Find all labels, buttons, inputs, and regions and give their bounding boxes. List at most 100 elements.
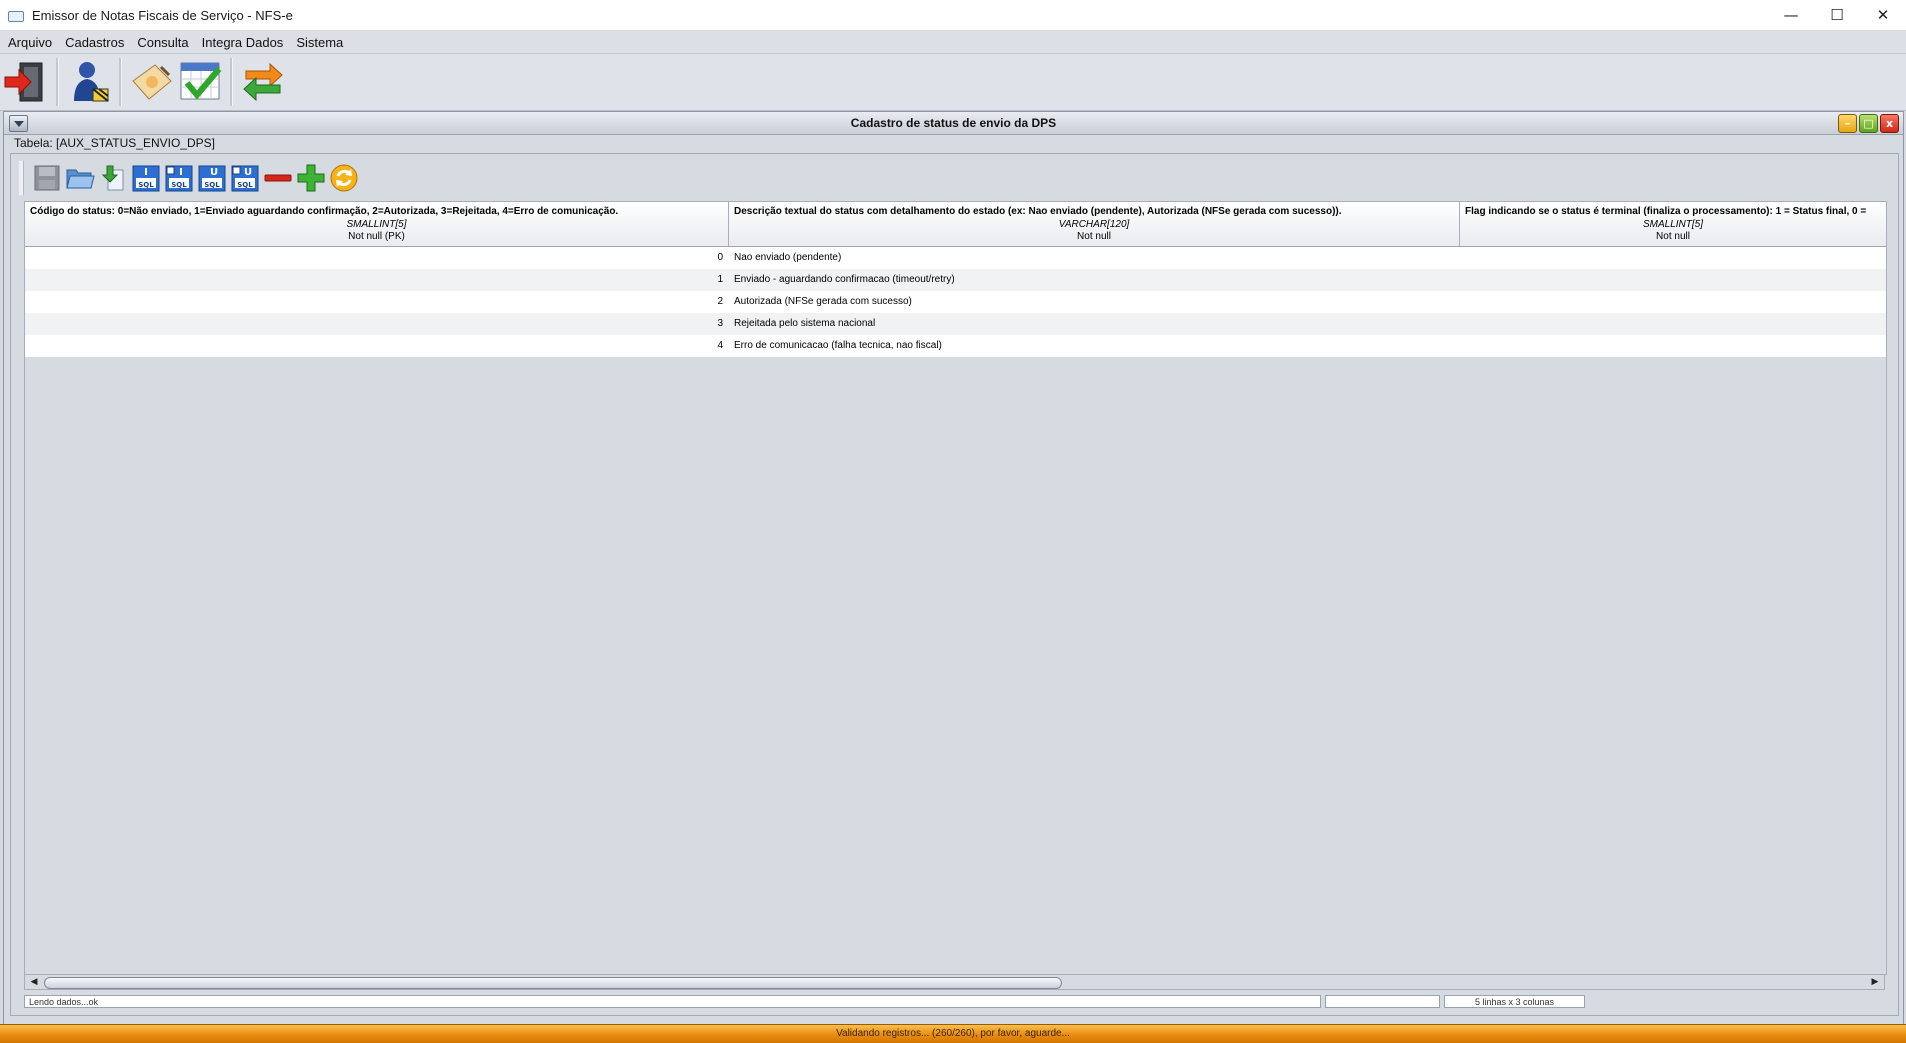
remove-row-button[interactable] xyxy=(261,162,294,194)
sql-update-icon: U SQL xyxy=(198,165,225,192)
menu-integra-dados[interactable]: Integra Dados xyxy=(197,35,289,50)
cell-descricao[interactable]: Nao enviado (pendente) xyxy=(729,247,1460,269)
user-config-button[interactable] xyxy=(65,57,113,107)
menu-arquivo[interactable]: Arquivo xyxy=(3,35,57,50)
open-folder-icon xyxy=(65,169,95,189)
minimize-window-button[interactable]: — xyxy=(1768,0,1814,30)
scroll-right-arrow-icon[interactable]: ▶ xyxy=(1870,977,1880,987)
column-type: SMALLINT[5] xyxy=(346,219,407,230)
open-button[interactable] xyxy=(63,162,96,194)
scroll-left-arrow-icon[interactable]: ◀ xyxy=(29,977,39,987)
grid-toolbar: I SQL I SQL U SQL U SQL xyxy=(19,161,360,195)
close-window-button[interactable]: ✕ xyxy=(1860,0,1906,30)
cell-codigo[interactable]: 0 xyxy=(25,247,729,269)
cell-flag-final[interactable] xyxy=(1460,247,1886,269)
exit-button[interactable] xyxy=(2,57,50,107)
svg-text:I: I xyxy=(179,167,183,178)
window-title-bar: Emissor de Notas Fiscais de Serviço - NF… xyxy=(0,0,1906,30)
cell-codigo[interactable]: 2 xyxy=(25,291,729,313)
cell-flag-final[interactable] xyxy=(1460,313,1886,335)
internal-frame-controls: – □ x xyxy=(1838,114,1899,133)
app-icon xyxy=(8,9,24,22)
cell-descricao[interactable]: Enviado - aguardando confirmacao (timeou… xyxy=(729,269,1460,291)
internal-frame-title-bar: Cadastro de status de envio da DPS – □ x xyxy=(4,112,1903,135)
menubar: Arquivo Cadastros Consulta Integra Dados… xyxy=(0,31,1906,54)
sql-insert-button[interactable]: I SQL xyxy=(129,162,162,194)
cell-descricao[interactable]: Rejeitada pelo sistema nacional xyxy=(729,313,1460,335)
column-description: Código do status: 0=Não enviado, 1=Envia… xyxy=(30,206,619,217)
add-row-button[interactable] xyxy=(294,162,327,194)
svg-text:SQL: SQL xyxy=(237,181,253,189)
internal-frame-title: Cadastro de status de envio da DPS xyxy=(850,116,1057,130)
notepad-edit-icon xyxy=(132,64,172,100)
table-row[interactable]: 2 Autorizada (NFSe gerada com sucesso) xyxy=(25,291,1886,313)
column-type: VARCHAR[120] xyxy=(1058,219,1130,230)
table-row[interactable]: 3 Rejeitada pelo sistema nacional xyxy=(25,313,1886,335)
user-config-icon xyxy=(74,62,109,102)
maximize-window-button[interactable]: ☐ xyxy=(1814,0,1860,30)
cell-flag-final[interactable] xyxy=(1460,269,1886,291)
grid-header: Código do status: 0=Não enviado, 1=Envia… xyxy=(25,202,1886,247)
sql-update-all-button[interactable]: U SQL xyxy=(228,162,261,194)
table-row[interactable]: 0 Nao enviado (pendente) xyxy=(25,247,1886,269)
cell-codigo[interactable]: 4 xyxy=(25,335,729,357)
progress-bar: Validando registros... (260/260), por fa… xyxy=(0,1024,1906,1043)
frame-maximize-button[interactable]: □ xyxy=(1859,114,1878,133)
column-description: Descrição textual do status com detalham… xyxy=(734,206,1342,217)
toolbar-separator xyxy=(56,58,59,106)
window-title: Emissor de Notas Fiscais de Serviço - NF… xyxy=(32,7,293,23)
menu-consulta[interactable]: Consulta xyxy=(132,35,193,50)
column-nullability: Not null xyxy=(1077,231,1111,242)
remove-minus-icon xyxy=(264,174,291,182)
cell-descricao[interactable]: Erro de comunicacao (falha tecnica, nao … xyxy=(729,335,1460,357)
column-header-descricao[interactable]: Descrição textual do status com detalham… xyxy=(729,202,1460,246)
toolbar-grip[interactable] xyxy=(19,161,24,195)
sync-arrows-icon xyxy=(243,62,283,102)
save-button[interactable] xyxy=(30,162,63,194)
cell-flag-final[interactable] xyxy=(1460,335,1886,357)
sql-insert-all-icon: I SQL xyxy=(165,165,192,192)
import-file-icon xyxy=(101,165,123,191)
column-nullability: Not null xyxy=(1656,231,1690,242)
toolbar-separator xyxy=(230,58,233,106)
sql-update-button[interactable]: U SQL xyxy=(195,162,228,194)
svg-text:U: U xyxy=(209,167,217,178)
cell-codigo[interactable]: 3 xyxy=(25,313,729,335)
sync-button[interactable] xyxy=(239,57,287,107)
svg-text:SQL: SQL xyxy=(171,181,187,189)
sql-insert-all-button[interactable]: I SQL xyxy=(162,162,195,194)
frame-minimize-button[interactable]: – xyxy=(1838,114,1857,133)
table-content-panel: I SQL I SQL U SQL U SQL Código do status… xyxy=(10,153,1899,1016)
cell-flag-final[interactable] xyxy=(1460,291,1886,313)
svg-text:SQL: SQL xyxy=(138,181,154,189)
refresh-button[interactable] xyxy=(327,162,360,194)
grid-body: 0 Nao enviado (pendente) 1 Enviado - agu… xyxy=(25,247,1886,357)
save-disk-icon xyxy=(34,165,59,191)
horizontal-scrollbar[interactable]: ◀ ▶ xyxy=(24,974,1885,990)
menu-sistema[interactable]: Sistema xyxy=(291,35,348,50)
main-toolbar xyxy=(0,54,1906,111)
exit-door-icon xyxy=(4,62,43,102)
table-name-label: Tabela: [AUX_STATUS_ENVIO_DPS] xyxy=(14,136,215,150)
scrollbar-thumb[interactable] xyxy=(44,977,1062,989)
window-controls: — ☐ ✕ xyxy=(1768,0,1906,30)
internal-frame: Cadastro de status de envio da DPS – □ x… xyxy=(3,111,1904,1025)
status-counts-field: 5 linhas x 3 colunas xyxy=(1444,995,1585,1008)
frame-menu-dropdown-icon[interactable] xyxy=(9,115,28,132)
svg-text:U: U xyxy=(243,167,251,178)
column-header-codigo[interactable]: Código do status: 0=Não enviado, 1=Envia… xyxy=(25,202,729,246)
frame-close-button[interactable]: x xyxy=(1880,114,1899,133)
table-row[interactable]: 1 Enviado - aguardando confirmacao (time… xyxy=(25,269,1886,291)
sql-update-all-icon: U SQL xyxy=(231,165,258,192)
cell-codigo[interactable]: 1 xyxy=(25,269,729,291)
calendar-check-button[interactable] xyxy=(176,57,224,107)
status-message-field: Lendo dados...ok xyxy=(24,995,1321,1008)
table-row[interactable]: 4 Erro de comunicacao (falha tecnica, na… xyxy=(25,335,1886,357)
progress-text: Validando registros... (260/260), por fa… xyxy=(836,1028,1070,1039)
calendar-check-icon xyxy=(180,62,222,100)
cell-descricao[interactable]: Autorizada (NFSe gerada com sucesso) xyxy=(729,291,1460,313)
import-button[interactable] xyxy=(96,162,129,194)
notepad-button[interactable] xyxy=(128,57,176,107)
column-header-flag-final[interactable]: Flag indicando se o status é terminal (f… xyxy=(1460,202,1886,246)
menu-cadastros[interactable]: Cadastros xyxy=(60,35,129,50)
